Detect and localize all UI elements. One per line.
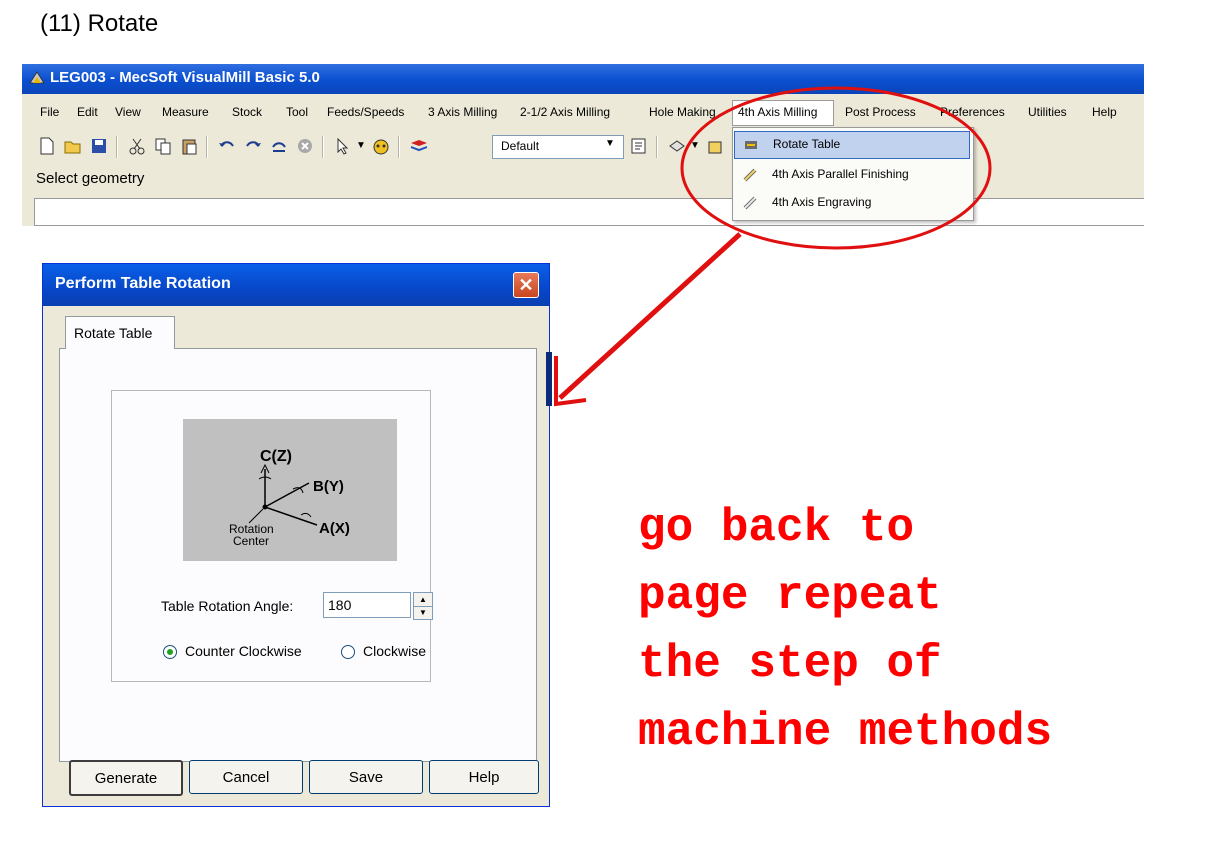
- open-folder-icon[interactable]: [64, 137, 82, 155]
- spin-up-icon[interactable]: ▲: [414, 593, 432, 607]
- rotation-center-label-line2: Center: [233, 534, 269, 548]
- copy-icon[interactable]: [154, 137, 172, 155]
- chevron-down-icon[interactable]: ▼: [605, 138, 615, 149]
- stop-icon[interactable]: [296, 137, 314, 155]
- properties-icon[interactable]: [630, 137, 648, 155]
- clockwise-label: Clockwise: [363, 643, 427, 659]
- counter-clockwise-radio[interactable]: [163, 645, 177, 659]
- app-logo-icon: [29, 71, 45, 84]
- rotation-axes-diagram: C(Z) B(Y) A(X) Rotation Center: [183, 419, 397, 561]
- dialog-titlebar: Perform Table Rotation ✕: [43, 264, 549, 306]
- redo-icon[interactable]: [244, 137, 262, 155]
- help-button[interactable]: Help: [429, 760, 539, 794]
- toolbar-separator: [116, 136, 118, 158]
- menu-item-4th-axis-parallel-finishing[interactable]: 4th Axis Parallel Finishing: [734, 162, 970, 188]
- menu-bar: File Edit View Measure Stock Tool Feeds/…: [22, 98, 1144, 126]
- menu-item-label: Rotate Table: [773, 137, 841, 151]
- counter-clockwise-label: Counter Clockwise: [185, 643, 302, 659]
- page-heading: (11) Rotate: [40, 10, 159, 37]
- pointer-arrowhead: [554, 356, 587, 407]
- menu-edit[interactable]: Edit: [77, 105, 98, 119]
- menu-hole-making[interactable]: Hole Making: [649, 105, 716, 119]
- app-window: LEG003 - MecSoft VisualMill Basic 5.0 Fi…: [22, 64, 1144, 226]
- menu-2-5-axis-milling[interactable]: 2-1/2 Axis Milling: [520, 105, 610, 119]
- toolbar: ▼ Default ▼ ▼: [22, 130, 1144, 164]
- toolbar-separator: [206, 136, 208, 158]
- app-title: LEG003 - MecSoft VisualMill Basic 5.0: [50, 69, 320, 86]
- toolbar-separator: [398, 136, 400, 158]
- 4th-axis-milling-dropdown: Rotate Table 4th Axis Parallel Finishing…: [732, 127, 974, 221]
- menu-item-rotate-table[interactable]: Rotate Table: [734, 131, 970, 159]
- angle-spinner[interactable]: ▲ ▼: [413, 592, 433, 620]
- a-axis-label: A(X): [319, 520, 350, 537]
- table-rotation-angle-input[interactable]: [323, 592, 411, 618]
- note-line: go back to: [638, 502, 915, 554]
- select-pointer-icon[interactable]: [334, 137, 352, 155]
- menu-item-4th-axis-engraving[interactable]: 4th Axis Engraving: [734, 190, 970, 216]
- clockwise-radio[interactable]: [341, 645, 355, 659]
- app-titlebar: LEG003 - MecSoft VisualMill Basic 5.0: [22, 64, 1144, 94]
- cat-face-icon[interactable]: [372, 137, 390, 155]
- menu-4th-axis-milling[interactable]: 4th Axis Milling: [738, 105, 817, 119]
- undo-icon[interactable]: [218, 137, 236, 155]
- menu-preferences[interactable]: Preferences: [940, 105, 1005, 119]
- menu-item-label: 4th Axis Engraving: [772, 195, 872, 209]
- parallel-finishing-icon: [743, 168, 757, 182]
- menu-help[interactable]: Help: [1092, 105, 1117, 119]
- menu-file[interactable]: File: [40, 105, 59, 119]
- spin-down-icon[interactable]: ▼: [414, 606, 432, 619]
- perform-table-rotation-dialog: Perform Table Rotation ✕ Rotate Table C(…: [42, 263, 550, 807]
- status-prompt: Select geometry: [36, 170, 145, 187]
- save-icon[interactable]: [90, 137, 108, 155]
- view-cube-icon[interactable]: [668, 137, 686, 155]
- menu-measure[interactable]: Measure: [162, 105, 209, 119]
- dialog-title: Perform Table Rotation: [55, 275, 231, 292]
- layer-select-value: Default: [501, 139, 540, 153]
- tab-rotate-table[interactable]: Rotate Table: [65, 316, 175, 349]
- menu-stock[interactable]: Stock: [232, 105, 262, 119]
- pointer-arrow-shaft: [558, 232, 742, 400]
- menu-tool[interactable]: Tool: [286, 105, 308, 119]
- menu-item-label: 4th Axis Parallel Finishing: [772, 167, 909, 181]
- note-line: the step of: [638, 638, 942, 690]
- note-line: page repeat: [638, 570, 942, 622]
- toolbar-separator: [656, 136, 658, 158]
- close-icon: ✕: [518, 274, 534, 295]
- tab-label: Rotate Table: [74, 325, 153, 341]
- paste-icon[interactable]: [180, 137, 198, 155]
- menu-view[interactable]: View: [115, 105, 141, 119]
- menu-post-process[interactable]: Post Process: [845, 105, 916, 119]
- cut-icon[interactable]: [128, 137, 146, 155]
- instruction-note: go back to page repeat the step of machi…: [638, 494, 1052, 766]
- note-line: machine methods: [638, 706, 1053, 758]
- engraving-icon: [743, 196, 757, 210]
- layers-icon[interactable]: [410, 137, 428, 155]
- menu-3-axis-milling[interactable]: 3 Axis Milling: [428, 105, 497, 119]
- b-axis-label: B(Y): [313, 478, 344, 495]
- table-rotation-angle-label: Table Rotation Angle:: [161, 598, 294, 614]
- rotate-table-icon: [745, 141, 757, 149]
- layer-select[interactable]: Default ▼: [492, 135, 624, 159]
- generate-button[interactable]: Generate: [69, 760, 183, 796]
- c-axis-label: C(Z): [260, 448, 292, 465]
- cancel-button[interactable]: Cancel: [189, 760, 303, 794]
- repeat-icon[interactable]: [270, 137, 288, 155]
- new-file-icon[interactable]: [38, 137, 56, 155]
- close-button[interactable]: ✕: [513, 272, 539, 298]
- axes-drawing: C(Z) B(Y) A(X) Rotation Center: [229, 448, 350, 548]
- save-button[interactable]: Save: [309, 760, 423, 794]
- menu-feeds-speeds[interactable]: Feeds/Speeds: [327, 105, 404, 119]
- box-icon[interactable]: [706, 137, 724, 155]
- toolbar-separator: [322, 136, 324, 158]
- menu-utilities[interactable]: Utilities: [1028, 105, 1067, 119]
- command-line-input[interactable]: [34, 198, 1144, 226]
